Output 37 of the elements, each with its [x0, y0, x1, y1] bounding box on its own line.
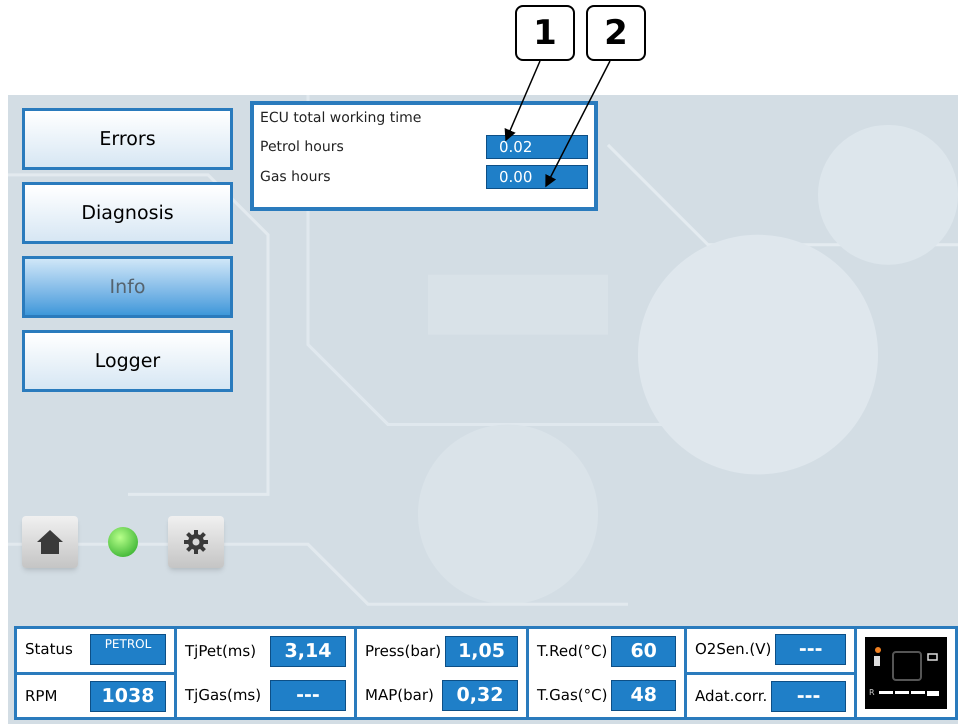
nav-button[interactable]: Diagnosis	[22, 182, 233, 244]
readout-value: PETROL	[90, 634, 166, 665]
nav-button[interactable]: Logger	[22, 330, 233, 392]
level-bars-drawing	[878, 691, 939, 696]
readout-label: TjPet(ms)	[185, 640, 256, 662]
settings-icon	[183, 529, 209, 555]
readout-value: ---	[771, 681, 846, 712]
readout-label: Status	[25, 639, 73, 660]
readout-label: Press(bar)	[365, 640, 442, 662]
reverse-label: R	[869, 689, 875, 697]
hours-value: 0.02	[486, 135, 588, 159]
readout-value: 3,14	[270, 636, 346, 666]
readout-label: MAP(bar)	[365, 684, 434, 706]
readout-value: 0,32	[442, 680, 518, 710]
readout-value: 60	[611, 636, 676, 666]
readout-label: Adat.corr.	[695, 686, 768, 708]
readout-value: 1,05	[445, 636, 518, 666]
row-label: Petrol hours	[260, 138, 344, 156]
readout-value: 1038	[90, 681, 166, 712]
home-button[interactable]	[22, 516, 78, 568]
home-icon	[36, 529, 64, 555]
switch-square	[892, 651, 922, 681]
readout-label: T.Gas(°C)	[537, 684, 608, 706]
readout-value: ---	[775, 634, 846, 665]
settings-button[interactable]	[168, 516, 224, 568]
callout-number: 2	[586, 5, 646, 61]
readout-value: 48	[611, 680, 676, 710]
nav-button[interactable]: Errors	[22, 108, 233, 170]
row-label: Gas hours	[260, 168, 331, 186]
readout-label: O2Sen.(V)	[695, 639, 772, 660]
hours-value: 0.00	[486, 165, 588, 189]
readout-label: T.Red(°C)	[537, 640, 608, 662]
readout-label: RPM	[25, 686, 58, 708]
readout-value: ---	[270, 680, 346, 710]
callout-number: 1	[515, 5, 575, 61]
panel-title: ECU total working time	[260, 109, 422, 128]
readout-label: TjGas(ms)	[185, 684, 262, 706]
